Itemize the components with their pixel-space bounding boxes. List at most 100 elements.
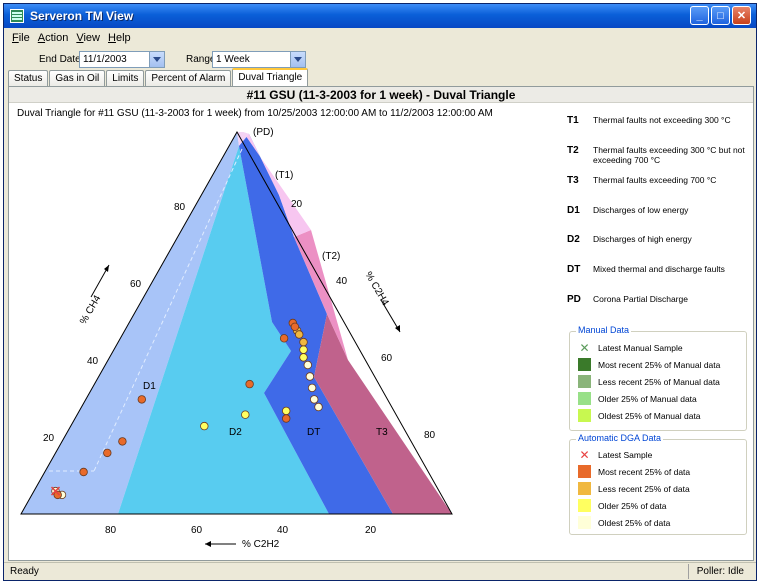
tab-limits[interactable]: Limits xyxy=(106,70,145,86)
end-date-value: 11/1/2003 xyxy=(83,54,127,65)
tab-percent-of-alarm[interactable]: Percent of Alarm xyxy=(145,70,232,86)
zone-label-dt: DT xyxy=(307,427,320,438)
app-window: Serveron TM View _ □ ✕ File Action View … xyxy=(3,3,757,581)
close-button[interactable]: ✕ xyxy=(732,6,751,25)
app-icon xyxy=(10,9,24,23)
bottom-tick-20: 20 xyxy=(365,525,377,536)
zone-label-d1: D1 xyxy=(143,381,156,392)
title-bar[interactable]: Serveron TM View _ □ ✕ xyxy=(4,4,756,28)
data-point xyxy=(279,334,289,343)
left-tick-80: 80 xyxy=(174,202,186,213)
axis-label-c2h4: % C2H4 xyxy=(362,270,390,308)
data-point xyxy=(282,414,291,423)
arrowhead-icon xyxy=(395,325,400,332)
poller-status: Poller: Idle xyxy=(687,564,752,579)
swatch-icon xyxy=(578,499,591,512)
data-point xyxy=(200,421,209,431)
tab-status[interactable]: Status xyxy=(8,70,49,86)
data-point xyxy=(299,337,308,347)
bottom-tick-60: 60 xyxy=(191,525,203,536)
swatch-icon xyxy=(578,392,591,405)
data-point xyxy=(307,383,317,393)
manual-data-title: Manual Data xyxy=(576,325,632,335)
status-bar: Ready Poller: Idle xyxy=(4,562,756,580)
manual-less-recent-item: Less recent 25% of Manual data xyxy=(578,375,720,388)
data-point xyxy=(118,437,127,446)
swatch-icon xyxy=(578,358,591,371)
x-marker-icon: ✕ xyxy=(579,447,590,462)
menu-view[interactable]: View xyxy=(72,30,104,48)
auto-data-group: Automatic DGA Data ✕ Latest Sample Most r… xyxy=(569,433,747,535)
data-point xyxy=(79,467,88,477)
manual-data-group: Manual Data ✕ Latest Manual Sample Most r… xyxy=(569,325,747,431)
bottom-tick-40: 40 xyxy=(277,525,289,536)
auto-most-recent-item: Most recent 25% of data xyxy=(578,465,690,478)
data-point xyxy=(305,372,315,381)
auto-older-item: Older 25% of data xyxy=(578,499,667,512)
right-tick-40: 40 xyxy=(336,276,348,287)
duval-panel: #11 GSU (11-3-2003 for 1 week) - Duval T… xyxy=(8,86,754,561)
left-tick-60: 60 xyxy=(130,279,142,290)
window-title: Serveron TM View xyxy=(30,9,134,23)
close-icon: ✕ xyxy=(736,10,747,22)
swatch-icon xyxy=(578,375,591,388)
zone-label-t1: (T1) xyxy=(275,170,293,181)
data-point xyxy=(295,330,304,339)
filter-bar: End Date 11/1/2003 Range 1 Week xyxy=(4,50,754,70)
data-point xyxy=(137,395,146,404)
left-tick-20: 20 xyxy=(43,433,55,444)
arrowhead-icon xyxy=(205,541,211,547)
auto-oldest-item: Oldest 25% of data xyxy=(578,516,670,529)
swatch-icon xyxy=(578,465,591,478)
data-point xyxy=(299,353,308,362)
manual-oldest-item: Oldest 25% of Manual data xyxy=(578,409,701,422)
data-point xyxy=(299,345,308,354)
data-point xyxy=(314,402,323,412)
auto-data-title: Automatic DGA Data xyxy=(576,433,664,443)
menu-action[interactable]: Action xyxy=(34,30,73,48)
axis-label-c2h2: % C2H2 xyxy=(242,539,280,550)
chevron-down-icon[interactable] xyxy=(149,52,164,67)
maximize-icon: □ xyxy=(717,9,724,22)
end-date-label: End Date xyxy=(39,54,81,65)
right-tick-20: 20 xyxy=(291,199,303,210)
data-point xyxy=(241,410,250,419)
data-point xyxy=(290,322,300,331)
zone-label-pd: (PD) xyxy=(253,127,274,138)
status-text: Ready xyxy=(10,566,39,577)
data-point xyxy=(310,395,319,404)
swatch-icon xyxy=(578,516,591,529)
right-tick-80: 80 xyxy=(424,430,436,441)
axis-label-ch4: % CH4 xyxy=(78,293,104,326)
maximize-button[interactable]: □ xyxy=(711,6,730,25)
range-combo[interactable]: 1 Week xyxy=(212,51,306,68)
manual-most-recent-item: Most recent 25% of Manual data xyxy=(578,358,720,371)
x-marker-icon: ✕ xyxy=(579,340,590,355)
swatch-icon xyxy=(578,409,591,422)
right-tick-60: 60 xyxy=(381,353,393,364)
end-date-combo[interactable]: 11/1/2003 xyxy=(79,51,165,68)
data-point xyxy=(103,448,112,458)
chevron-down-icon[interactable] xyxy=(290,52,305,67)
zone-label-t3: T3 xyxy=(376,427,388,438)
data-point xyxy=(282,406,291,416)
left-tick-40: 40 xyxy=(87,356,99,367)
manual-latest-item: ✕ Latest Manual Sample xyxy=(579,340,683,355)
bottom-tick-80: 80 xyxy=(105,525,117,536)
swatch-icon xyxy=(578,482,591,495)
auto-less-recent-item: Less recent 25% of data xyxy=(578,482,690,495)
menu-help[interactable]: Help xyxy=(104,30,135,48)
menu-file[interactable]: File xyxy=(8,30,34,48)
manual-older-item: Older 25% of Manual data xyxy=(578,392,697,405)
minimize-button[interactable]: _ xyxy=(690,6,709,25)
tab-duval-triangle[interactable]: Duval Triangle xyxy=(232,68,309,86)
duval-triangle-chart: (PD) (T1) (T2) T3 DT D1 D2 80 60 40 20 2… xyxy=(20,127,453,550)
data-point xyxy=(245,379,254,389)
arrowhead-icon xyxy=(104,265,109,272)
minimize-icon: _ xyxy=(696,9,703,22)
tab-gas-in-oil[interactable]: Gas in Oil xyxy=(49,70,106,86)
range-value: 1 Week xyxy=(216,54,250,65)
tab-strip: Status Gas in Oil Limits Percent of Alar… xyxy=(8,68,309,86)
data-point xyxy=(303,360,312,370)
zone-label-d2: D2 xyxy=(229,427,242,438)
